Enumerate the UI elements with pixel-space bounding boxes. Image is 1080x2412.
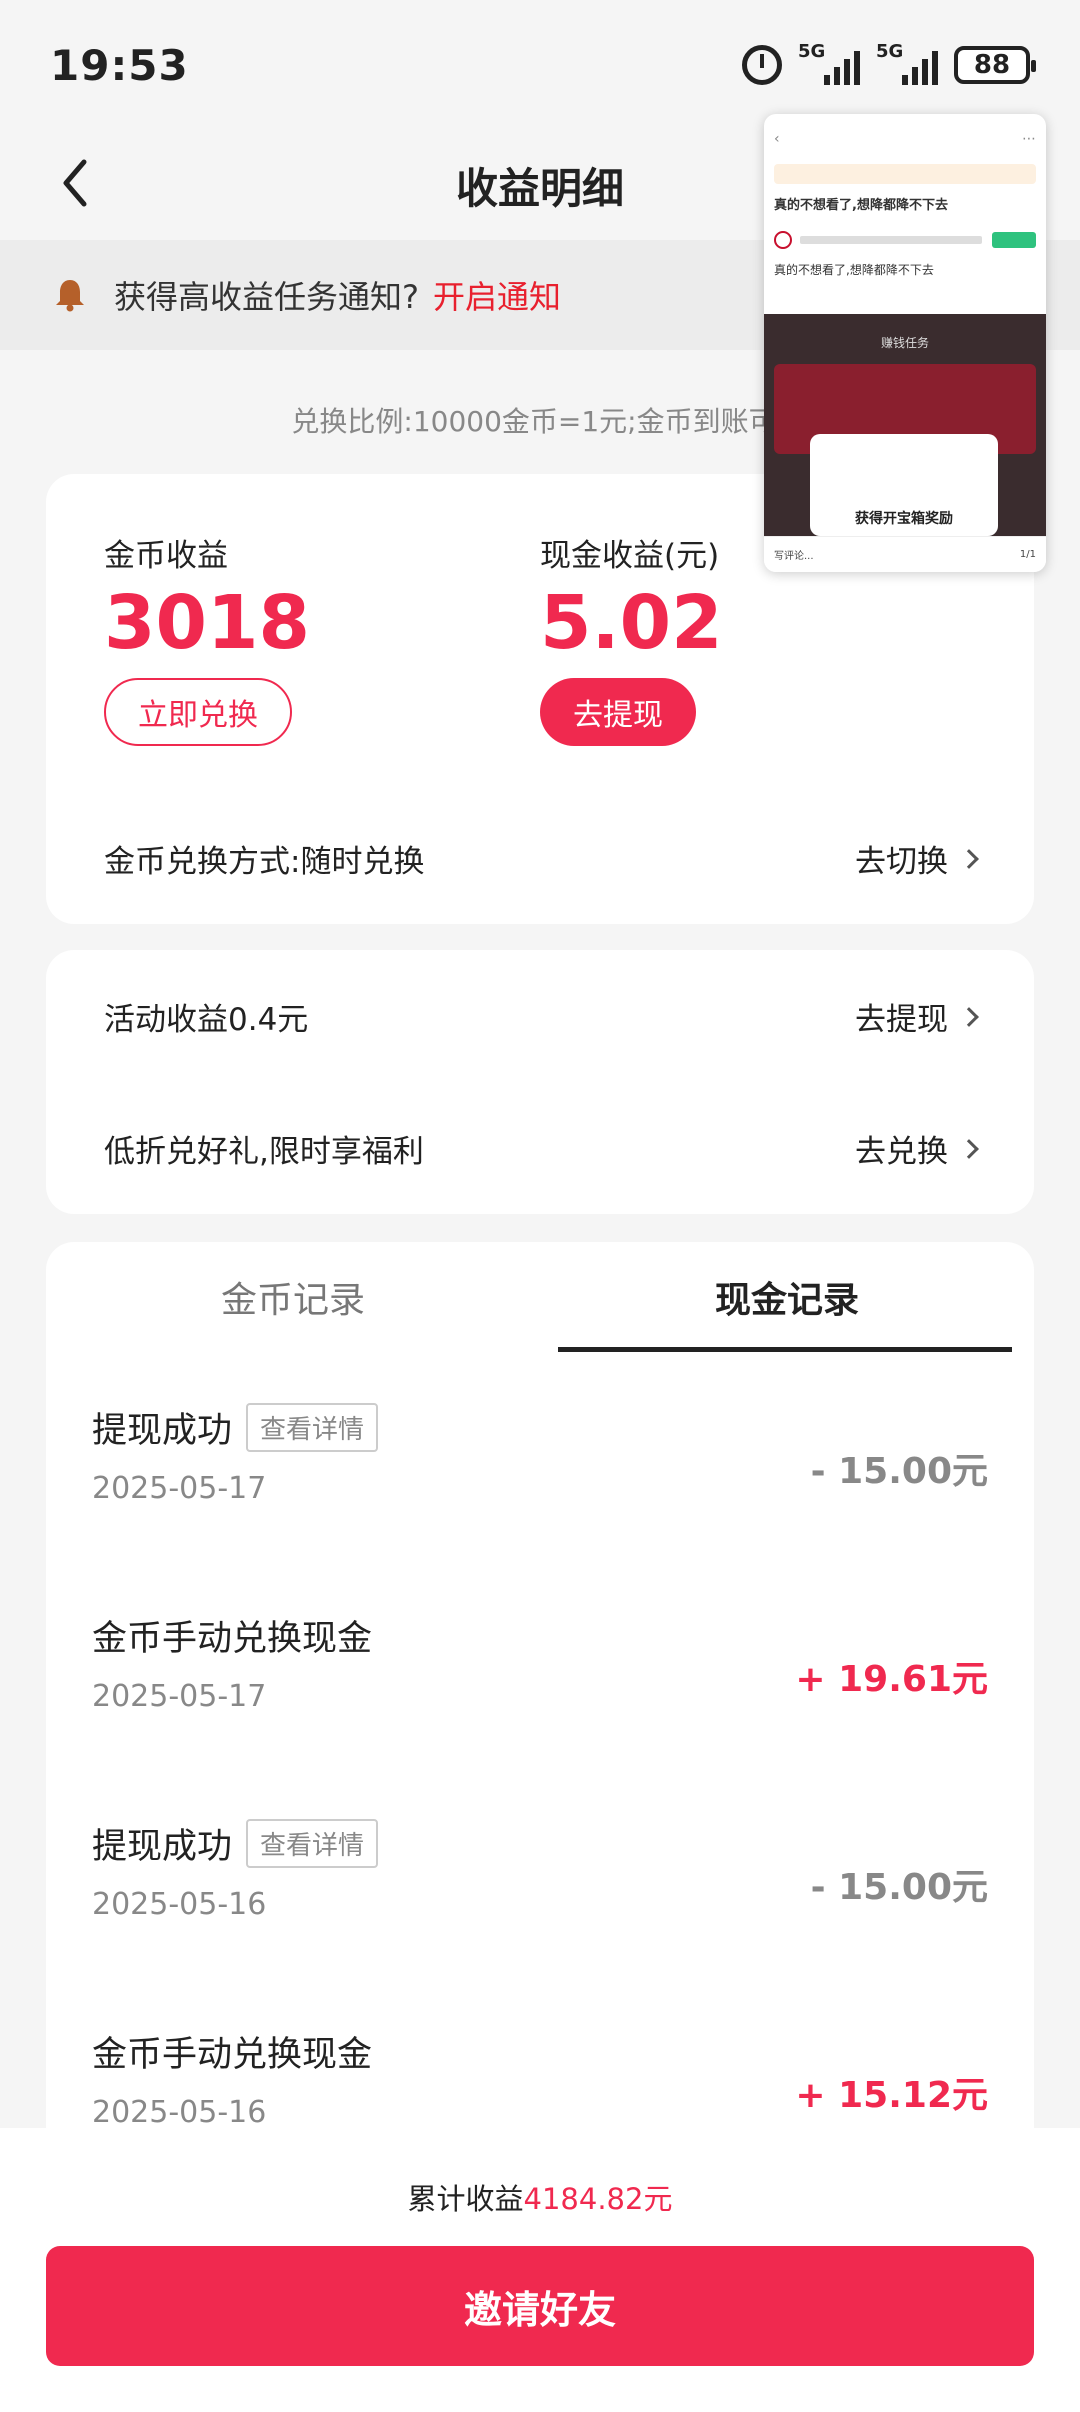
status-bar: 19:53 5G 5G 88 <box>0 0 1080 130</box>
discount-gift-label: 低折兑好礼,限时享福利 <box>104 1134 424 1170</box>
chevron-right-icon <box>959 1006 979 1027</box>
bank-logo-icon <box>774 231 792 249</box>
total-earnings-value: 4184.82元 <box>523 2182 673 2216</box>
preview-follow-button <box>992 232 1036 248</box>
notice-text: 获得高收益任务通知? <box>114 278 419 316</box>
record-title: 提现成功 <box>92 1827 233 1867</box>
exchange-mode-row[interactable]: 金币兑换方式:随时兑换 去切换 <box>104 836 979 881</box>
total-earnings: 累计收益4184.82元 <box>0 2176 1080 2218</box>
exchange-mode-label: 金币兑换方式:随时兑换 <box>104 844 425 880</box>
record-amount: + 15.12元 <box>795 2075 988 2116</box>
records-tabs: 金币记录 现金记录 <box>46 1242 1034 1352</box>
record-amount: + 19.61元 <box>795 1659 988 1700</box>
record-title: 金币手动兑换现金 <box>92 2035 373 2075</box>
tab-coin-records[interactable]: 金币记录 <box>46 1242 540 1352</box>
view-details-button[interactable]: 查看详情 <box>246 1819 379 1868</box>
preview-back-icon: ‹ <box>774 131 780 147</box>
discount-exchange-action[interactable]: 去兑换 <box>855 1126 979 1171</box>
floating-preview-window[interactable]: ‹ ⋯ 真的不想看了,想降都降不下去 真的不想看了,想降都降不下去 赚钱任务 获… <box>764 114 1046 572</box>
coin-earnings-value: 3018 <box>104 580 310 666</box>
record-item: 提现成功 查看详情 2025-05-17 - 15.00元 <box>92 1402 988 1562</box>
status-time: 19:53 <box>50 40 189 90</box>
signal-icon: 5G <box>876 41 938 85</box>
activity-card: 活动收益0.4元 去提现 低折兑好礼,限时享福利 去兑换 <box>46 950 1034 1214</box>
preview-popup: 获得开宝箱奖励 <box>810 434 998 536</box>
withdraw-button[interactable]: 去提现 <box>540 678 696 747</box>
record-amount: - 15.00元 <box>810 1451 988 1492</box>
chevron-right-icon <box>959 848 979 869</box>
alarm-icon <box>742 45 782 85</box>
preview-page-indicator: 1/1 <box>1019 549 1036 560</box>
record-title: 提现成功 <box>92 1411 233 1451</box>
activity-earnings-row[interactable]: 活动收益0.4元 去提现 <box>104 994 979 1039</box>
signal-icon: 5G <box>798 41 860 85</box>
chevron-right-icon <box>959 1138 979 1159</box>
status-icons: 5G 5G 88 <box>742 41 1036 85</box>
preview-banner <box>774 164 1036 184</box>
total-earnings-label: 累计收益 <box>407 2182 524 2216</box>
coin-earnings: 金币收益 3018 立即兑换 <box>104 530 310 747</box>
preview-topbar: ‹ ⋯ <box>764 114 1046 164</box>
cash-earnings-label: 现金收益(元) <box>540 538 720 574</box>
preview-author-row <box>764 231 1046 249</box>
preview-bottom-bar: 写评论... 1/1 <box>764 536 1046 572</box>
preview-caption: 真的不想看了,想降都降不下去 <box>774 263 934 277</box>
preview-author-line <box>800 236 982 244</box>
bottom-panel: 累计收益4184.82元 邀请好友 <box>0 2128 1080 2412</box>
switch-mode-action[interactable]: 去切换 <box>855 836 979 881</box>
record-item: 提现成功 查看详情 2025-05-16 - 15.00元 <box>92 1818 988 1978</box>
preview-more-icon: ⋯ <box>1022 131 1036 147</box>
discount-gift-row[interactable]: 低折兑好礼,限时享福利 去兑换 <box>104 1126 979 1171</box>
cash-earnings: 现金收益(元) 5.02 去提现 <box>540 530 723 747</box>
preview-tab-label: 赚钱任务 <box>880 336 929 350</box>
coin-earnings-label: 金币收益 <box>104 538 228 574</box>
preview-headline: 真的不想看了,想降都降不下去 <box>774 198 948 213</box>
bell-icon <box>56 280 84 312</box>
activity-withdraw-action[interactable]: 去提现 <box>855 994 979 1039</box>
preview-comment-input: 写评论... <box>774 551 814 562</box>
activity-earnings-label: 活动收益0.4元 <box>104 1002 309 1038</box>
enable-notification-link[interactable]: 开启通知 <box>433 272 561 318</box>
view-details-button[interactable]: 查看详情 <box>246 1403 379 1452</box>
invite-friends-button[interactable]: 邀请好友 <box>46 2246 1034 2366</box>
page-title: 收益明细 <box>455 163 624 213</box>
battery-icon: 88 <box>954 46 1036 84</box>
record-title: 金币手动兑换现金 <box>92 1619 373 1659</box>
cash-earnings-value: 5.02 <box>540 580 723 666</box>
tab-cash-records[interactable]: 现金记录 <box>540 1242 1034 1352</box>
record-amount: - 15.00元 <box>810 1867 988 1908</box>
record-item: 金币手动兑换现金 2025-05-17 + 19.61元 <box>92 1610 988 1770</box>
preview-screenshot: 赚钱任务 获得开宝箱奖励 <box>764 314 1046 536</box>
back-arrow-icon[interactable] <box>50 158 100 208</box>
exchange-now-button[interactable]: 立即兑换 <box>104 678 292 747</box>
